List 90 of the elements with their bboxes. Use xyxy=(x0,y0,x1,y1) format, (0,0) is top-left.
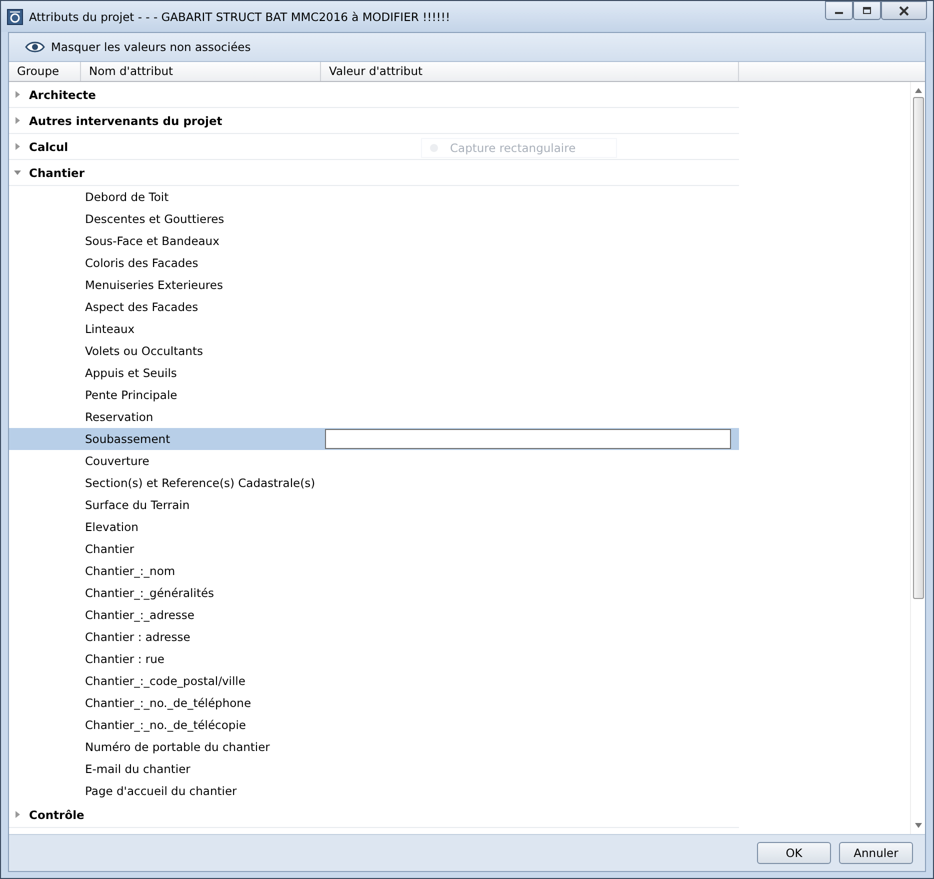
attribute-row[interactable]: Reservation xyxy=(9,406,739,428)
attribute-row[interactable]: Menuiseries Exterieures xyxy=(9,274,739,296)
group-label: Autres intervenants du projet xyxy=(29,114,222,128)
group-label: Architecte xyxy=(29,88,96,102)
scroll-thumb[interactable] xyxy=(912,97,924,599)
attribute-name: Surface du Terrain xyxy=(84,498,191,512)
scroll-up-icon[interactable] xyxy=(914,88,922,93)
maximize-button[interactable] xyxy=(853,1,881,20)
attribute-row[interactable]: Page d'accueil du chantier xyxy=(9,780,739,802)
value-input-field[interactable] xyxy=(325,429,731,449)
close-button[interactable] xyxy=(881,1,927,20)
attribute-name: Section(s) et Reference(s) Cadastrale(s) xyxy=(84,476,316,490)
attribute-row[interactable]: Descentes et Gouttieres xyxy=(9,208,739,230)
expander-icon[interactable] xyxy=(14,143,21,150)
maximize-icon xyxy=(862,6,872,15)
attribute-row[interactable]: Linteaux xyxy=(9,318,739,340)
attribute-name: Chantier_:_no._de_téléphone xyxy=(84,696,252,710)
attribute-name: Chantier_:_no._de_télécopie xyxy=(84,718,247,732)
app-icon xyxy=(7,8,23,24)
scroll-down-icon[interactable] xyxy=(914,823,922,828)
attribute-row[interactable]: Pente Principale xyxy=(9,384,739,406)
column-header[interactable]: Groupe xyxy=(9,62,81,81)
attribute-name: Soubassement xyxy=(84,432,172,446)
attribute-name: Numéro de portable du chantier xyxy=(84,740,271,754)
attribute-row[interactable]: Aspect des Facades xyxy=(9,296,739,318)
group-row[interactable]: Contrôle xyxy=(9,802,739,828)
attribute-name: Chantier_:_nom xyxy=(84,564,176,578)
attribute-row[interactable]: Surface du Terrain xyxy=(9,494,739,516)
attribute-name: Chantier_:_adresse xyxy=(84,608,196,622)
attribute-name: Volets ou Occultants xyxy=(84,344,204,358)
attribute-row[interactable]: Chantier_:_code_postal/ville xyxy=(9,670,739,692)
attribute-row[interactable]: Chantier : adresse xyxy=(9,626,739,648)
attribute-row[interactable]: Section(s) et Reference(s) Cadastrale(s) xyxy=(9,472,739,494)
group-label: Contrôle xyxy=(29,808,84,822)
attribute-name: Linteaux xyxy=(84,322,136,336)
attribute-name: Sous-Face et Bandeaux xyxy=(84,234,220,248)
attribute-name: Aspect des Facades xyxy=(84,300,200,314)
close-icon xyxy=(899,6,909,16)
attribute-row[interactable]: Soubassement xyxy=(9,428,739,450)
attribute-row[interactable]: Sous-Face et Bandeaux xyxy=(9,230,739,252)
attribute-name: Chantier : adresse xyxy=(84,630,192,644)
group-row[interactable]: Autres intervenants du projet xyxy=(9,108,739,134)
scrollbar[interactable] xyxy=(910,82,925,834)
attribute-name: E-mail du chantier xyxy=(84,762,192,776)
attribute-row[interactable]: Chantier_:_généralités xyxy=(9,582,739,604)
group-row[interactable]: Architecte xyxy=(9,82,739,108)
minimize-button[interactable] xyxy=(825,1,853,20)
attribute-name: Coloris des Facades xyxy=(84,256,200,270)
attribute-row[interactable]: E-mail du chantier xyxy=(9,758,739,780)
expander-icon[interactable] xyxy=(14,117,21,124)
column-header[interactable]: Valeur d'attribut xyxy=(321,62,739,81)
attribute-row[interactable]: Chantier xyxy=(9,538,739,560)
attribute-name: Chantier xyxy=(84,542,136,556)
group-label: Calcul xyxy=(29,140,68,154)
attribute-row[interactable]: Debord de Toit xyxy=(9,186,739,208)
column-header[interactable]: Nom d'attribut xyxy=(81,62,321,81)
dialog-button[interactable]: Annuler xyxy=(839,842,913,864)
window-title: Attributs du projet - - - GABARIT STRUCT BAT MMC2016 à MODIFIER !!!!!! xyxy=(29,10,450,24)
attribute-row[interactable]: Chantier_:_no._de_téléphone xyxy=(9,692,739,714)
attribute-row[interactable]: Chantier_:_no._de_télécopie xyxy=(9,714,739,736)
attribute-name: Descentes et Gouttieres xyxy=(84,212,226,226)
attribute-name: Menuiseries Exterieures xyxy=(84,278,224,292)
attribute-row[interactable]: Volets ou Occultants xyxy=(9,340,739,362)
attribute-row[interactable]: Chantier : rue xyxy=(9,648,739,670)
attribute-name: Couverture xyxy=(84,454,150,468)
attribute-name: Appuis et Seuils xyxy=(84,366,178,380)
attribute-name: Chantier : rue xyxy=(84,652,166,666)
attribute-name: Chantier_:_code_postal/ville xyxy=(84,674,246,688)
expander-icon[interactable] xyxy=(14,91,21,98)
group-label: Chantier xyxy=(29,166,84,180)
expander-icon[interactable] xyxy=(14,169,21,176)
attribute-name: Debord de Toit xyxy=(84,190,170,204)
eye-icon xyxy=(25,41,45,53)
attribute-row[interactable]: Chantier_:_nom xyxy=(9,560,739,582)
hide-unassigned-toggle[interactable]: Masquer les valeurs non associées xyxy=(21,38,255,56)
attribute-row[interactable]: Elevation xyxy=(9,516,739,538)
attribute-name: Reservation xyxy=(84,410,154,424)
attribute-name: Chantier_:_généralités xyxy=(84,586,216,600)
expander-icon[interactable] xyxy=(14,811,21,818)
attribute-row[interactable]: Appuis et Seuils xyxy=(9,362,739,384)
attribute-row[interactable]: Chantier_:_adresse xyxy=(9,604,739,626)
group-row[interactable]: Chantier xyxy=(9,160,739,186)
attribute-row[interactable]: Numéro de portable du chantier xyxy=(9,736,739,758)
attribute-name: Pente Principale xyxy=(84,388,178,402)
attribute-name: Page d'accueil du chantier xyxy=(84,784,238,798)
attribute-row[interactable]: Couverture xyxy=(9,450,739,472)
attribute-name: Elevation xyxy=(84,520,140,534)
dialog-button[interactable]: OK xyxy=(757,842,831,864)
capture-hint: Capture rectangulaire xyxy=(421,138,617,158)
attribute-row[interactable]: Coloris des Facades xyxy=(9,252,739,274)
